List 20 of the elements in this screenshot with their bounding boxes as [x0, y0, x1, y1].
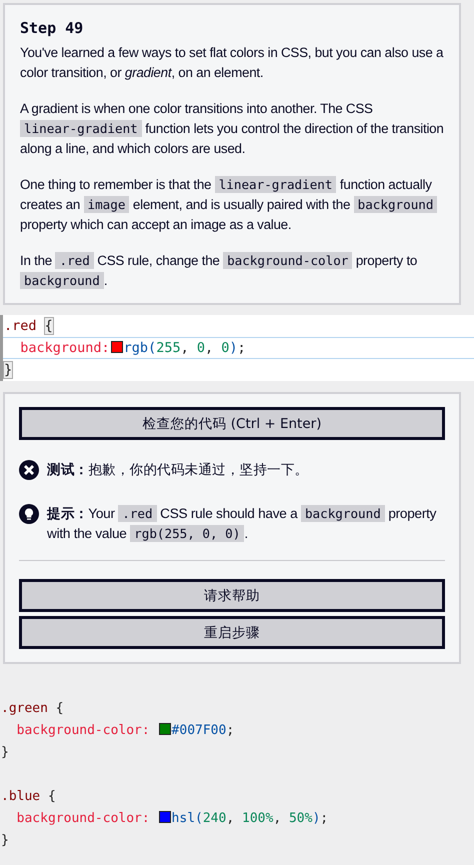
test-result-text: 测试：抱歉，你的代码未通过，坚持一下。 — [47, 461, 308, 479]
code-line: background-color: #007F00; — [16, 722, 236, 740]
code-editor[interactable]: .red { background: rgb(255, 0, 0); } — [0, 315, 474, 381]
code-line: .green { — [0, 700, 65, 718]
instruction-paragraph: You've learned a few ways to set flat colors in CSS, but you can also use a color transition, or gradient, on an element. — [20, 44, 444, 82]
code-line: } — [0, 832, 10, 850]
lightbulb-icon — [19, 504, 39, 524]
instruction-paragraph: In the .red CSS rule, change the background-color property to background . — [20, 251, 418, 291]
code-line: } — [0, 744, 10, 762]
code-line: background: rgb(255, 0, 0); — [3, 337, 474, 359]
code-line: .red { — [3, 317, 54, 336]
action-button[interactable]: 请求帮助 — [19, 579, 445, 612]
action-button[interactable]: 重启步骤 — [19, 616, 445, 649]
instruction-paragraph: One thing to remember is that the linear-gradient function actually creates an image element, and is usually paired with the background property which can accept an image as a value. — [20, 175, 445, 235]
code-line: background-color: hsl(240, 100%, 50%); — [16, 810, 330, 828]
step-title: Step 49 — [20, 19, 84, 37]
check-code-button[interactable]: 检查您的代码 (Ctrl + Enter) — [19, 407, 445, 440]
code-line: .blue { — [0, 788, 57, 806]
instruction-paragraph: A gradient is when one color transitions into another. The CSS linear-gradient function lets you control the direction of the transition along a line, and which colors are used. — [20, 100, 445, 158]
hint-text: 提示：Your .red CSS rule should have a background property with the value rgb(255, 0, 0) . — [47, 504, 438, 544]
